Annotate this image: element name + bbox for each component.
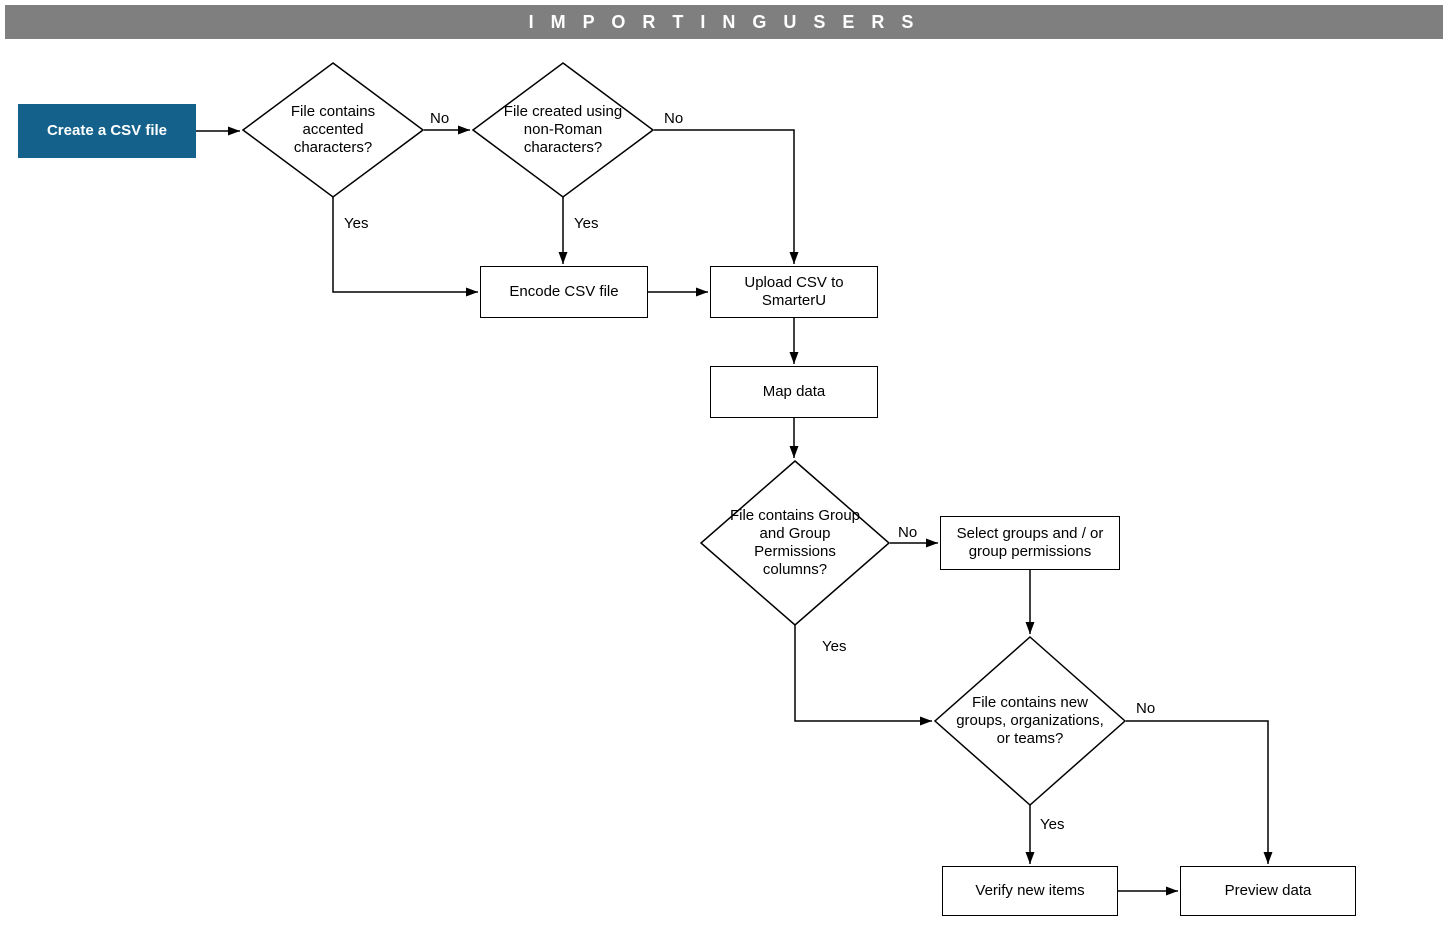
- step-upload-csv: Upload CSV to SmarterU: [710, 266, 878, 318]
- step-verify-items: Verify new items: [942, 866, 1118, 916]
- decision-nonroman-chars: File created using non-Roman characters?: [472, 62, 654, 198]
- label-accented-no: No: [430, 110, 449, 127]
- start-create-csv: Create a CSV file: [18, 104, 196, 158]
- label-accented-yes: Yes: [344, 215, 368, 232]
- label-groupcols-no: No: [898, 524, 917, 541]
- label-neworg-no: No: [1136, 700, 1155, 717]
- page-title: I M P O R T I N G U S E R S: [5, 5, 1443, 39]
- step-select-groups: Select groups and / or group permissions: [940, 516, 1120, 570]
- step-encode-csv: Encode CSV file: [480, 266, 648, 318]
- decision-accented-chars: File contains accented characters?: [242, 62, 424, 198]
- label-groupcols-yes: Yes: [822, 638, 846, 655]
- label-nonroman-yes: Yes: [574, 215, 598, 232]
- step-map-data: Map data: [710, 366, 878, 418]
- label-neworg-yes: Yes: [1040, 816, 1064, 833]
- decision-new-items: File contains new groups, organizations,…: [934, 636, 1126, 806]
- decision-group-columns: File contains Group and Group Permission…: [700, 460, 890, 626]
- flowchart-canvas: I M P O R T I N G U S E R S Create a CSV…: [0, 0, 1448, 952]
- label-nonroman-no: No: [664, 110, 683, 127]
- step-preview-data: Preview data: [1180, 866, 1356, 916]
